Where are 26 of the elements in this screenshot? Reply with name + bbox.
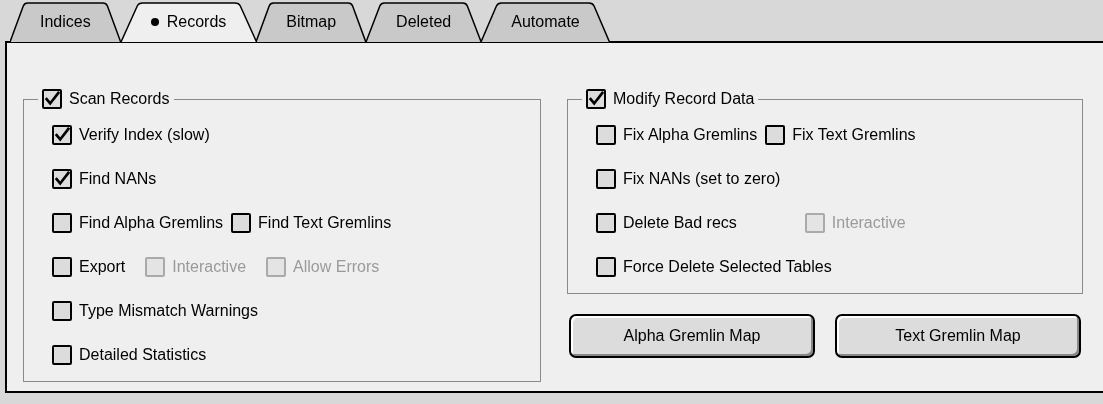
checkbox[interactable]: Find NANs [52,167,157,191]
checkbox[interactable]: Export [52,255,126,279]
checkbox[interactable]: Type Mismatch Warnings [52,299,258,323]
checkmark-icon [44,90,60,108]
checkbox[interactable]: Verify Index (slow) [52,123,210,147]
map-button[interactable]: Alpha Gremlin Map [569,314,815,358]
checkbox[interactable]: Fix NANs (set to zero) [596,167,781,191]
tab[interactable]: Records [120,2,257,42]
checkbox[interactable]: Scan Records [42,87,170,111]
map-button[interactable]: Text Gremlin Map [835,314,1081,358]
checkbox[interactable]: Fix Alpha Gremlins [596,123,758,147]
tab[interactable]: Automate [481,2,610,42]
tab[interactable]: Indices [10,2,121,42]
checkbox[interactable]: Find Text Gremlins [231,211,392,235]
checkbox[interactable]: Force Delete Selected Tables [596,255,832,279]
checkmark-icon [54,126,70,144]
checkbox[interactable]: Modify Record Data [586,87,755,111]
checkmark-icon [588,90,604,108]
checkbox[interactable]: Delete Bad recs [596,211,737,235]
checkbox[interactable]: Find Alpha Gremlins [52,211,224,235]
tab[interactable]: Deleted [366,2,482,42]
bullet-icon [150,18,159,26]
tab[interactable]: Bitmap [256,2,367,42]
checkbox[interactable]: Detailed Statistics [52,343,207,367]
checkmark-icon [54,170,70,188]
checkbox[interactable]: Fix Text Gremlins [765,123,916,147]
